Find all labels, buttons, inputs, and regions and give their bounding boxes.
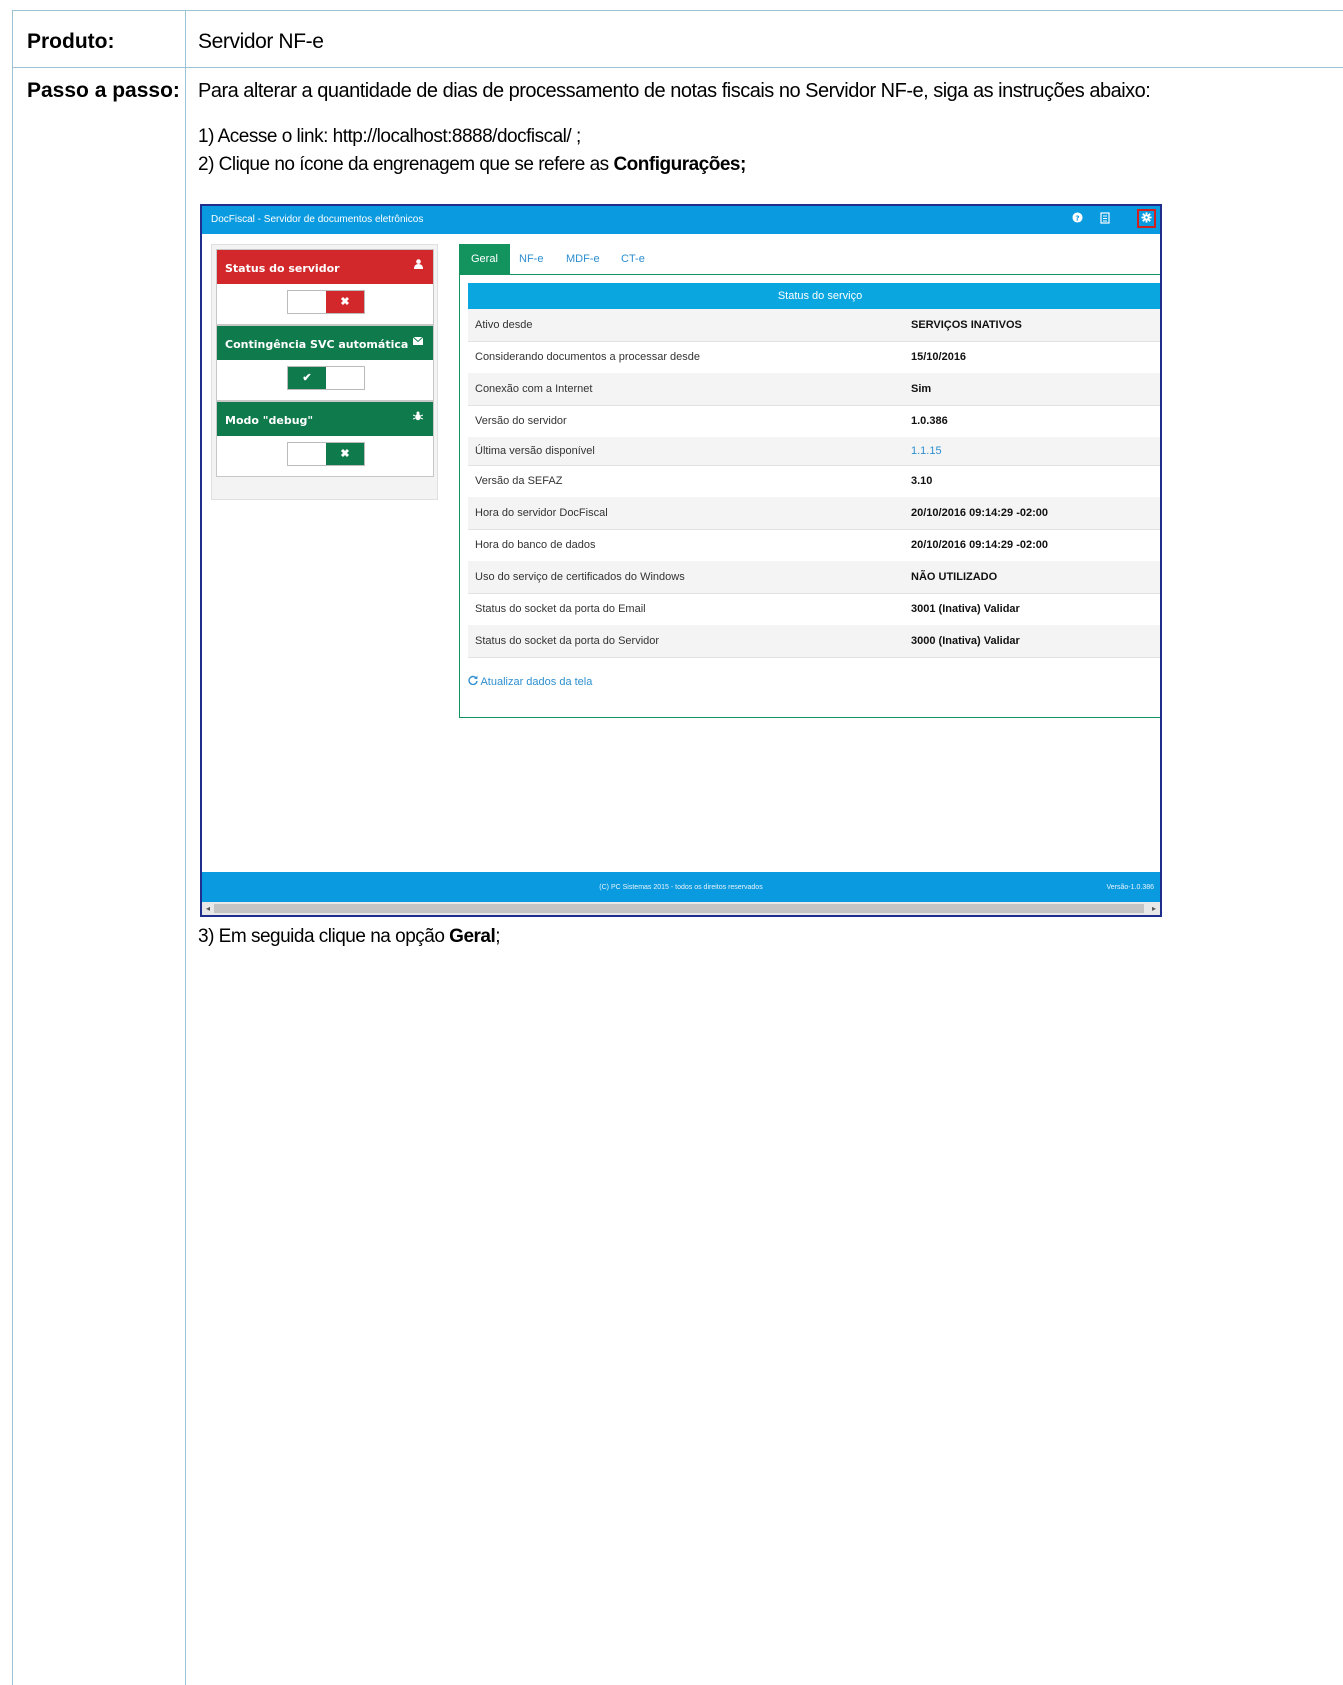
intro-text: Para alterar a quantidade de dias de pro…: [198, 80, 1151, 102]
row-key: Versão da SEFAZ: [475, 475, 563, 487]
debug-mode-card: Modo "debug" ✖: [216, 401, 434, 477]
server-status-header: Status do servidor: [217, 250, 433, 284]
row-value: 20/10/2016 09:14:29 -02:00: [911, 539, 1048, 551]
svc-contingency-header: Contingência SVC automática: [217, 326, 433, 360]
app-title: DocFiscal - Servidor de documentos eletr…: [211, 214, 424, 225]
server-status-title: Status do servidor: [225, 262, 340, 275]
envelope-icon: [412, 335, 424, 348]
close-icon: ✖: [326, 443, 364, 465]
scroll-right-icon[interactable]: ▸: [1148, 902, 1160, 915]
row-value: NÃO UTILIZADO: [911, 571, 998, 583]
debug-mode-title: Modo "debug": [225, 414, 314, 427]
row-key: Status do socket da porta do Servidor: [475, 635, 660, 647]
step-2: 2) Clique no ícone da engrenagem que se …: [198, 154, 746, 176]
row-key: Última versão disponível: [475, 445, 595, 457]
product-row: Produto: Servidor NF-e: [13, 11, 1343, 68]
row-key: Hora do servidor DocFiscal: [475, 507, 608, 519]
svc-contingency-title: Contingência SVC automática: [225, 338, 409, 351]
refresh-label: Atualizar dados da tela: [480, 676, 593, 688]
column-divider: [185, 11, 186, 1685]
document-icon[interactable]: [1098, 212, 1112, 226]
row-key: Status do socket da porta do Email: [475, 603, 646, 615]
refresh-icon: [468, 675, 478, 686]
tab-mdfe[interactable]: MDF-e: [554, 244, 612, 274]
row-value: 3001 (Inativa) Validar: [911, 603, 1020, 615]
row-value: 3000 (Inativa) Validar: [911, 635, 1020, 647]
gear-icon[interactable]: [1139, 212, 1153, 226]
app-footer: (C) PC Sistemas 2015 - todos os direitos…: [202, 872, 1160, 902]
svc-contingency-card: Contingência SVC automática ✔: [216, 325, 434, 401]
refresh-link[interactable]: Atualizar dados da tela: [468, 675, 592, 688]
help-icon[interactable]: ?: [1070, 212, 1084, 226]
row-key: Ativo desde: [475, 319, 533, 331]
horizontal-scrollbar[interactable]: ◂ ▸: [202, 902, 1160, 915]
tab-nfe[interactable]: NF-e: [507, 244, 555, 274]
tab-geral[interactable]: Geral: [459, 244, 510, 274]
close-icon: ✖: [326, 291, 364, 313]
row-value: 15/10/2016: [911, 351, 967, 363]
app-topbar: DocFiscal - Servidor de documentos eletr…: [202, 206, 1160, 234]
svg-text:?: ?: [1075, 213, 1079, 222]
row-key: Uso do serviço de certificados do Window…: [475, 571, 685, 583]
server-status-toggle[interactable]: ✖: [287, 290, 365, 314]
scrollbar-thumb[interactable]: [214, 904, 1144, 913]
check-icon: ✔: [288, 367, 326, 389]
row-key: Considerando documentos a processar desd…: [475, 351, 701, 363]
row-value: 1.0.386: [911, 415, 948, 427]
row-key: Hora do banco de dados: [475, 539, 596, 551]
table-row: Considerando documentos a processar desd…: [468, 341, 1160, 374]
general-tab-content: Status do serviço Ativo desde SERVIÇOS IN…: [459, 274, 1160, 718]
step-1: 1) Acesse o link: http://localhost:8888/…: [198, 126, 581, 147]
bug-icon: [412, 411, 424, 424]
service-status-header: Status do serviço: [468, 283, 1160, 309]
table-row: Hora do servidor DocFiscal 20/10/2016 09:…: [468, 497, 1160, 530]
product-label: Produto:: [27, 30, 115, 53]
table-row: Versão do servidor 1.0.386: [468, 405, 1160, 438]
svc-contingency-toggle[interactable]: ✔: [287, 366, 365, 390]
user-icon: [414, 259, 423, 272]
table-row: Status do socket da porta do Servidor 300…: [468, 625, 1160, 658]
scroll-left-icon[interactable]: ◂: [202, 902, 214, 915]
steps-label: Passo a passo:: [27, 79, 180, 102]
product-value: Servidor NF-e: [198, 30, 324, 53]
table-row: Uso do serviço de certificados do Window…: [468, 561, 1160, 594]
row-value[interactable]: 1.1.15: [911, 445, 942, 457]
server-status-card: Status do servidor ✖: [216, 249, 434, 325]
row-key: Conexão com a Internet: [475, 383, 593, 395]
tab-cte[interactable]: CT-e: [609, 244, 657, 274]
step-3: 3) Em seguida clique na opção Geral;: [198, 926, 501, 948]
table-row: Conexão com a Internet Sim: [468, 373, 1160, 406]
copyright: (C) PC Sistemas 2015 - todos os direitos…: [599, 884, 763, 891]
control-panel: Status do servidor ✖ Contingência SVC au…: [211, 244, 438, 500]
version-label: Versão-1.0.386: [1106, 884, 1154, 891]
row-value: SERVIÇOS INATIVOS: [911, 319, 1022, 331]
step-2-bold: Configurações;: [613, 154, 746, 175]
table-row: Hora do banco de dados 20/10/2016 09:14:2…: [468, 529, 1160, 562]
debug-mode-toggle[interactable]: ✖: [287, 442, 365, 466]
docfiscal-screenshot: DocFiscal - Servidor de documentos eletr…: [200, 204, 1162, 917]
table-row: Ativo desde SERVIÇOS INATIVOS: [468, 309, 1160, 342]
row-key: Versão do servidor: [475, 415, 567, 427]
row-value: Sim: [911, 383, 932, 395]
step-3-bold: Geral: [449, 926, 496, 947]
step-2-text: 2) Clique no ícone da engrenagem que se …: [198, 154, 614, 175]
table-row: Status do socket da porta do Email 3001 (…: [468, 593, 1160, 626]
table-row: Versão da SEFAZ 3.10: [468, 465, 1160, 498]
table-row: Última versão disponível 1.1.15: [468, 437, 1160, 466]
row-value: 20/10/2016 09:14:29 -02:00: [911, 507, 1048, 519]
row-value: 3.10: [911, 475, 933, 487]
step-3-text: 3) Em seguida clique na opção: [198, 926, 450, 947]
debug-mode-header: Modo "debug": [217, 402, 433, 436]
step-3-suffix: ;: [495, 926, 501, 947]
